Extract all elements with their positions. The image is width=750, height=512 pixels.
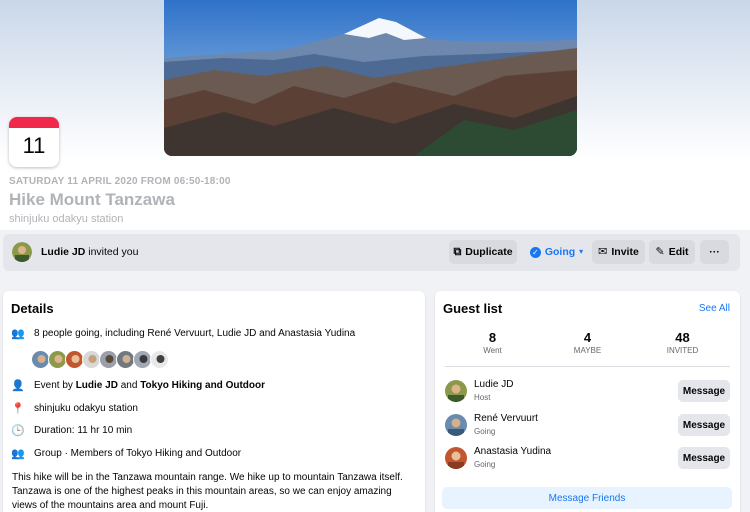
guest-list-card: Guest list See All 8 Went 4 MAYBE 48 INV… — [435, 291, 740, 512]
check-circle-icon: ✓ — [529, 246, 541, 258]
going-row: 👥 8 people going, including René Vervuur… — [11, 327, 355, 340]
details-card: Details 👥 8 people going, including René… — [3, 291, 425, 512]
duplicate-icon: ⧉ — [453, 245, 462, 258]
edit-label: Edit — [668, 246, 689, 258]
group-text[interactable]: Group · Members of Tokyo Hiking and Outd… — [34, 448, 241, 459]
pencil-icon: ✎ — [655, 245, 665, 258]
divider — [445, 366, 730, 367]
message-button[interactable]: Message — [678, 380, 730, 402]
date-badge-strip — [9, 117, 59, 128]
event-by-row: 👤 Event by Ludie JD and Tokyo Hiking and… — [11, 379, 265, 392]
going-text[interactable]: 8 people going, including René Vervuurt,… — [34, 328, 355, 339]
stat-value: 48 — [675, 330, 690, 345]
stat-value: 4 — [583, 330, 592, 345]
avatar[interactable] — [150, 350, 169, 369]
event-location[interactable]: shinjuku odakyu station — [9, 213, 123, 225]
inviter-name[interactable]: Ludie JD — [41, 246, 85, 258]
guest-role: Going — [474, 427, 496, 436]
clock-icon: 🕒 — [11, 425, 25, 437]
details-title: Details — [11, 301, 54, 316]
stat-label: MAYBE — [573, 346, 602, 355]
message-button[interactable]: Message — [678, 414, 730, 436]
guest-name[interactable]: René Vervuurt — [474, 413, 538, 424]
pin-icon: 📍 — [11, 403, 25, 415]
guest-name[interactable]: Anastasia Yudina — [474, 446, 551, 457]
guest-role: Host — [474, 393, 491, 402]
more-options-button[interactable]: ··· — [700, 240, 729, 264]
event-by-and: and — [117, 380, 141, 391]
event-description: This hike will be in the Tanzawa mountai… — [12, 472, 403, 511]
person-icon: 👤 — [11, 380, 25, 392]
envelope-icon: ✉ — [598, 245, 608, 258]
guest-row: Ludie JD Host Message — [445, 378, 730, 408]
avatar[interactable] — [445, 414, 467, 436]
guest-role: Going — [474, 460, 496, 469]
stat-maybe[interactable]: 4 MAYBE — [540, 330, 635, 355]
guest-list-title: Guest list — [443, 301, 503, 316]
invited-text: Ludie JD invited you — [41, 246, 138, 258]
duplicate-label: Duplicate — [465, 246, 513, 258]
event-by-prefix: Event by — [34, 380, 76, 391]
location-row: 📍 shinjuku odakyu station — [11, 402, 138, 415]
edit-button[interactable]: ✎ Edit — [649, 240, 695, 264]
duration-text: Duration: 11 hr 10 min — [34, 425, 133, 436]
guest-stats: 8 Went 4 MAYBE 48 INVITED — [445, 330, 730, 355]
see-all-link[interactable]: See All — [699, 303, 730, 314]
event-by-group[interactable]: Tokyo Hiking and Outdoor — [140, 380, 265, 391]
date-badge: 11 — [9, 117, 59, 167]
chevron-down-icon: ▾ — [579, 247, 584, 256]
message-button[interactable]: Message — [678, 447, 730, 469]
going-avatars[interactable] — [31, 350, 169, 369]
inviter-avatar[interactable] — [12, 242, 32, 262]
invited-suffix: invited you — [85, 246, 139, 258]
duration-row: 🕒 Duration: 11 hr 10 min — [11, 424, 132, 437]
people-icon: 👥 — [11, 328, 25, 340]
event-by-person[interactable]: Ludie JD — [76, 380, 118, 391]
going-button[interactable]: ✓ Going ▾ — [523, 240, 590, 264]
group-icon: 👥 — [11, 448, 25, 460]
action-bar: Ludie JD invited you ⧉ Duplicate ✓ Going… — [3, 234, 740, 271]
stat-went[interactable]: 8 Went — [445, 330, 540, 355]
guest-row: Anastasia Yudina Going Message — [445, 445, 730, 475]
group-row: 👥 Group · Members of Tokyo Hiking and Ou… — [11, 447, 241, 460]
more-icon: ··· — [709, 246, 720, 258]
message-friends-button[interactable]: Message Friends — [442, 487, 732, 509]
going-label: Going — [544, 246, 576, 258]
location-text[interactable]: shinjuku odakyu station — [34, 403, 138, 414]
event-by-text: Event by Ludie JD and Tokyo Hiking and O… — [34, 380, 265, 391]
invite-button[interactable]: ✉ Invite — [592, 240, 645, 264]
duplicate-button[interactable]: ⧉ Duplicate — [449, 240, 517, 264]
invite-label: Invite — [611, 246, 639, 258]
stat-label: Went — [483, 346, 502, 355]
cover-photo — [164, 0, 577, 156]
stat-label: INVITED — [666, 346, 699, 355]
guest-row: René Vervuurt Going Message — [445, 412, 730, 442]
stat-value: 8 — [488, 330, 497, 345]
stat-invited[interactable]: 48 INVITED — [635, 330, 730, 355]
guest-name[interactable]: Ludie JD — [474, 379, 513, 390]
event-date: SATURDAY 11 APRIL 2020 FROM 06:50-18:00 — [9, 176, 231, 187]
event-title: Hike Mount Tanzawa — [9, 190, 175, 209]
date-badge-day: 11 — [22, 133, 46, 158]
avatar[interactable] — [445, 380, 467, 402]
avatar[interactable] — [445, 447, 467, 469]
